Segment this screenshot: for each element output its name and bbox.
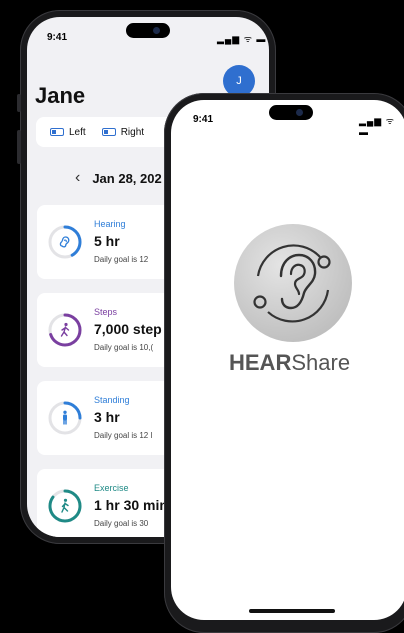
app-wordmark: HEARShare: [229, 350, 350, 376]
card-value: 3 hr: [94, 409, 120, 425]
battery-icon: [50, 128, 64, 136]
card-value: 1 hr 30 min: [94, 497, 168, 513]
left-aid-label: Left: [69, 126, 86, 138]
right-aid-label: Right: [120, 126, 145, 138]
status-time: 9:41: [47, 32, 68, 43]
silent-switch: [17, 94, 21, 112]
left-aid-toggle[interactable]: Left: [50, 127, 86, 138]
ear-icon: [59, 236, 70, 248]
ear-logo-icon: [253, 244, 331, 323]
date-navigator: ‹ Jan 28, 202: [75, 169, 162, 187]
camera-icon: [153, 27, 160, 34]
right-aid-toggle[interactable]: Right: [101, 126, 145, 138]
card-label: Steps: [94, 307, 118, 317]
walking-person-icon: [60, 322, 70, 337]
status-icons: ▂▄▆ ᯤ ▬: [217, 34, 267, 44]
chevron-left-icon[interactable]: ‹: [75, 169, 80, 187]
card-goal: Daily goal is 12: [94, 255, 149, 264]
camera-icon: [296, 109, 303, 116]
battery-icon: [101, 128, 116, 136]
standing-progress-ring: [48, 401, 82, 435]
front-phone: 9:41 ▂▄▆ ᯤ ▬ HEARShare: [164, 93, 404, 633]
card-goal: Daily goal is 12 l: [94, 431, 153, 440]
volume-button: [17, 130, 21, 164]
user-name: Jane: [35, 83, 86, 108]
exercise-person-icon: [61, 498, 69, 513]
dynamic-island: [269, 105, 313, 120]
hearshare-logo: [234, 224, 352, 342]
dynamic-island: [126, 23, 170, 38]
status-time: 9:41: [193, 114, 214, 125]
steps-progress-ring: [48, 313, 82, 347]
selected-date: Jan 28, 202: [92, 170, 162, 186]
standing-person-icon: [63, 410, 67, 425]
status-icons: ▂▄▆ ᯤ ▬: [359, 116, 395, 137]
card-label: Hearing: [94, 219, 126, 229]
hearing-progress-ring: [48, 225, 82, 259]
wordmark-light: Share: [291, 350, 351, 375]
wordmark-bold: HEAR: [229, 350, 292, 375]
card-goal: Daily goal is 10,(: [94, 343, 154, 352]
splash-screen: 9:41 ▂▄▆ ᯤ ▬ HEARShare: [171, 100, 404, 620]
card-goal: Daily goal is 30: [94, 519, 149, 528]
card-value: 7,000 step: [94, 321, 162, 337]
home-indicator[interactable]: [249, 609, 335, 613]
exercise-progress-ring: [48, 489, 82, 523]
card-label: Exercise: [94, 483, 129, 493]
card-label: Standing: [94, 395, 130, 405]
card-value: 5 hr: [94, 233, 120, 249]
